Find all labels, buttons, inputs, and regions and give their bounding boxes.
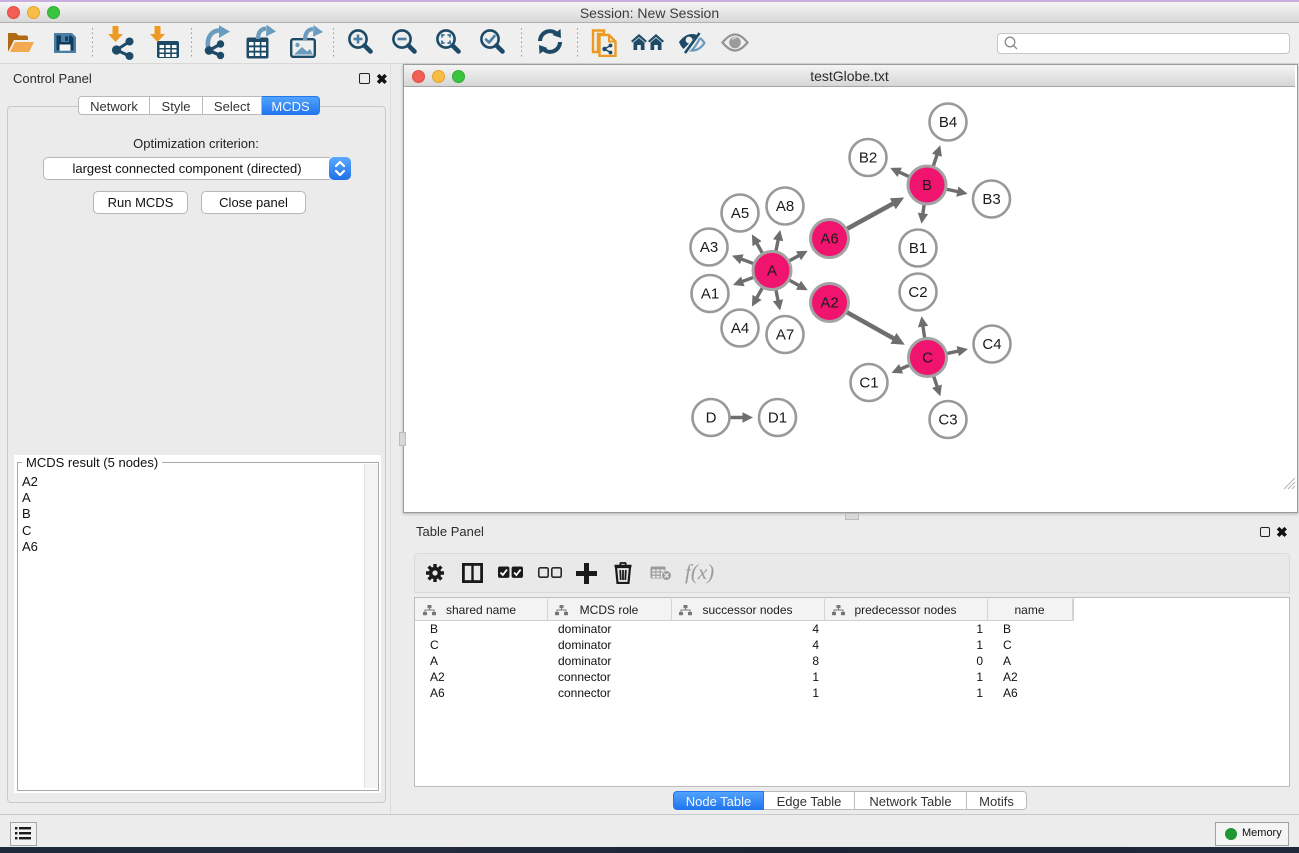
svg-text:B1: B1 bbox=[909, 240, 927, 257]
svg-text:B2: B2 bbox=[859, 150, 877, 167]
svg-text:A7: A7 bbox=[776, 327, 794, 344]
svg-text:B4: B4 bbox=[939, 114, 957, 131]
svg-text:D: D bbox=[706, 410, 717, 427]
svg-text:C2: C2 bbox=[908, 284, 927, 301]
svg-text:C3: C3 bbox=[938, 412, 957, 429]
svg-text:A6: A6 bbox=[820, 231, 838, 248]
svg-text:A3: A3 bbox=[700, 239, 718, 256]
svg-text:A1: A1 bbox=[701, 286, 719, 303]
svg-text:B3: B3 bbox=[982, 191, 1000, 208]
svg-text:C4: C4 bbox=[982, 336, 1001, 353]
svg-text:C: C bbox=[922, 350, 933, 367]
svg-text:B: B bbox=[922, 177, 932, 194]
svg-text:A5: A5 bbox=[731, 205, 749, 222]
svg-text:D1: D1 bbox=[768, 410, 787, 427]
svg-text:C1: C1 bbox=[859, 375, 878, 392]
svg-text:A: A bbox=[767, 263, 777, 280]
svg-text:A8: A8 bbox=[776, 198, 794, 215]
svg-text:A4: A4 bbox=[731, 320, 749, 337]
svg-text:A2: A2 bbox=[820, 295, 838, 312]
